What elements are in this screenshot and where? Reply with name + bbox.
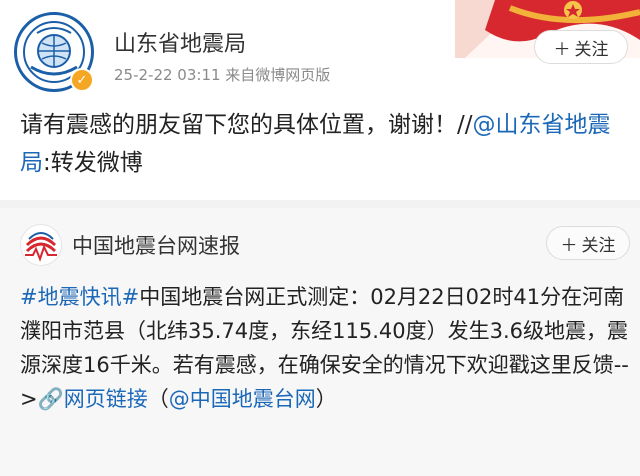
account-name[interactable]: 山东省地震局 (114, 26, 246, 58)
web-link[interactable]: 🔗网页链接 (38, 387, 148, 411)
follow-button[interactable]: ＋ 关注 (534, 30, 628, 64)
post-card-original: 中国地震台网速报 ＋ 关注 #地震快讯#中国地震台网正式测定：02月22日02时… (0, 208, 640, 476)
paren-open: （ (147, 387, 169, 411)
post-meta: 25-2-22 03:11 来自微博网页版 (114, 66, 331, 84)
verified-badge-icon: ✓ (70, 68, 94, 92)
web-link-label: 网页链接 (63, 387, 148, 411)
link-icon: 🔗 (37, 387, 64, 411)
divider (0, 200, 640, 208)
post-text-main: 请有震感的朋友留下您的具体位置，谢谢！// (20, 112, 473, 138)
follow-button-label: 关注 (581, 235, 616, 256)
post-text-tail: :转发微博 (43, 150, 143, 176)
post-card-repost: ✓ 山东省地震局 25-2-22 03:11 来自微博网页版 ＋ 关注 请有震感… (0, 0, 640, 200)
follow-button[interactable]: ＋ 关注 (546, 226, 630, 260)
avatar-china-earthquake-networks[interactable] (20, 224, 62, 266)
post-text: 请有震感的朋友留下您的具体位置，谢谢！//@山东省地震局:转发微博 (20, 106, 630, 182)
hashtag-link[interactable]: #地震快讯# (20, 285, 139, 309)
cenc-logo-icon (22, 226, 60, 264)
account-name[interactable]: 中国地震台网速报 (72, 230, 240, 260)
follow-button-label: 关注 (574, 39, 609, 60)
paren-close: ） (315, 387, 337, 411)
post-text: #地震快讯#中国地震台网正式测定：02月22日02时41分在河南濮阳市范县（北纬… (20, 280, 632, 416)
mention-link[interactable]: @中国地震台网 (169, 387, 316, 411)
plus-icon: ＋ (553, 39, 571, 60)
plus-icon: ＋ (560, 235, 578, 256)
